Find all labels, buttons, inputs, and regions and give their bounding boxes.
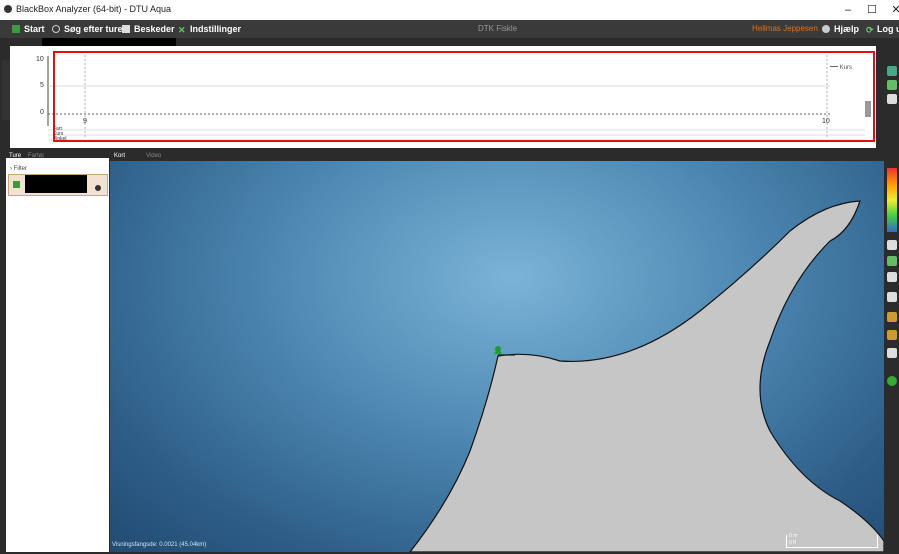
- map-tool-icon[interactable]: [887, 240, 897, 250]
- trip-item[interactable]: [8, 174, 108, 196]
- map-tool-icon[interactable]: [887, 330, 897, 340]
- center-label: DTK Fiskle: [478, 24, 518, 33]
- filter-toggle[interactable]: › Filter: [10, 166, 27, 172]
- search-label: Søg efter ture: [64, 24, 123, 34]
- help-label: Hjælp: [834, 24, 860, 34]
- messages-label: Beskeder: [134, 24, 175, 34]
- messages-menu[interactable]: Beskeder: [122, 22, 175, 36]
- settings-menu[interactable]: ✕ Indstillinger: [178, 22, 241, 36]
- scale-top: 0 m: [789, 533, 798, 539]
- search-trips-menu[interactable]: Søg efter ture: [52, 22, 123, 36]
- map-tool-icon[interactable]: [887, 256, 897, 266]
- y-tick-label: 5: [40, 82, 44, 89]
- map-tool-icon[interactable]: [887, 348, 897, 358]
- minimize-button[interactable]: –: [836, 2, 860, 18]
- map-status: Visningsfangsde: 0.0021 (45.04km): [112, 542, 207, 548]
- menu-bar: Start Søg efter ture Beskeder ✕ Indstilli…: [0, 20, 899, 38]
- redacted-block: [25, 175, 87, 193]
- logout-icon: ⟳: [866, 25, 874, 35]
- map-svg: [409, 200, 884, 552]
- chart-side-strip: [2, 60, 10, 120]
- close-button[interactable]: ✕: [884, 2, 899, 18]
- color-legend: [887, 168, 897, 232]
- map-tool-icon[interactable]: [887, 312, 897, 322]
- logout-label: Log ud: [877, 24, 899, 34]
- start-label: Start: [24, 24, 45, 34]
- start-menu[interactable]: Start: [12, 22, 45, 36]
- trips-panel: › Filter: [6, 158, 109, 552]
- check-icon[interactable]: [13, 181, 20, 188]
- logout-menu[interactable]: ⟳Log ud: [866, 22, 899, 36]
- chart-tool-icon[interactable]: [887, 66, 897, 76]
- scale-bar: 0 m 0 ft: [786, 533, 878, 548]
- chart-tool-icon[interactable]: [887, 80, 897, 90]
- settings-label: Indstillinger: [190, 24, 242, 34]
- map-tool-icon[interactable]: [887, 272, 897, 282]
- title-bar: BlackBox Analyzer (64-bit) - DTU Aqua – …: [0, 0, 899, 21]
- help-icon: [822, 25, 830, 33]
- y-tick-label: 0: [40, 109, 44, 116]
- tab-video[interactable]: Video: [146, 153, 161, 159]
- window-title: BlackBox Analyzer (64-bit) - DTU Aqua: [16, 4, 172, 14]
- expand-icon: ›: [10, 166, 12, 172]
- maximize-button[interactable]: ☐: [860, 2, 884, 18]
- land-mass: [409, 200, 884, 552]
- vessel-marker-dot[interactable]: [495, 346, 501, 352]
- search-icon: [52, 25, 60, 33]
- home-icon: [12, 25, 20, 33]
- map-tool-icon[interactable]: [887, 292, 897, 302]
- map-view[interactable]: Visningsfangsde: 0.0021 (45.04km) 0 m 0 …: [110, 161, 884, 552]
- user-name[interactable]: Hellmas Jeppesen: [752, 22, 818, 36]
- info-icon[interactable]: [95, 185, 101, 191]
- y-tick-label: 10: [36, 56, 44, 63]
- app-icon: [4, 5, 12, 13]
- tab-map[interactable]: Kort: [114, 153, 125, 159]
- highlight-box: [53, 51, 875, 142]
- mail-icon: [122, 25, 130, 33]
- help-menu[interactable]: Hjælp: [822, 22, 859, 36]
- tools-icon: ✕: [178, 25, 186, 35]
- filter-label: Filter: [13, 166, 28, 172]
- scale-bottom: 0 ft: [789, 540, 796, 546]
- chart-tool-icon[interactable]: [887, 94, 897, 104]
- play-icon[interactable]: [887, 376, 897, 386]
